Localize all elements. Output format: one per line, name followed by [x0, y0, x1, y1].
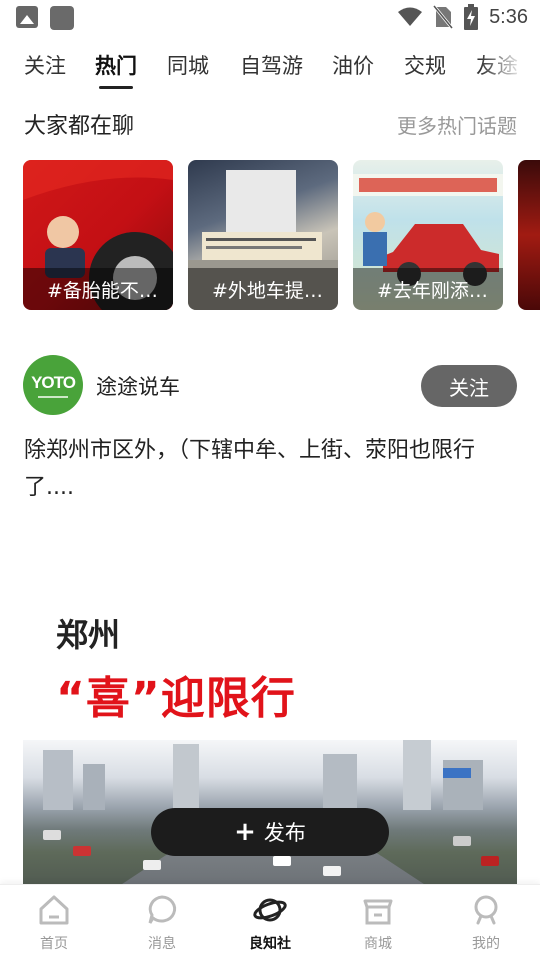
image-city-text: 郑州 [56, 616, 121, 654]
category-tabs: 关注 热门 同城 自驾游 油价 交规 友途 [0, 44, 540, 94]
follow-button[interactable]: 关注 [421, 365, 517, 407]
nav-label: 我的 [472, 936, 500, 952]
battery-charging-icon [464, 4, 479, 30]
author-avatar[interactable]: YOTO [23, 355, 83, 415]
topic-label: #去年刚添… [353, 268, 503, 310]
no-sim-icon [433, 5, 454, 29]
nav-profile[interactable]: 我的 [446, 893, 526, 953]
car [73, 846, 91, 856]
active-tab-indicator [99, 86, 133, 89]
tab-local[interactable]: 同城 [167, 50, 209, 80]
nav-label: 消息 [148, 936, 176, 952]
car [323, 866, 341, 876]
car [453, 836, 471, 846]
status-time: 5:36 [489, 5, 528, 28]
message-icon [148, 895, 177, 924]
section-title: 大家都在聊 [24, 114, 135, 139]
tab-hot[interactable]: 热门 [95, 50, 137, 80]
tab-fuel-price[interactable]: 油价 [332, 50, 374, 80]
avatar-logo-text: YOTO [31, 372, 76, 392]
topic-card-spare-tire[interactable]: #备胎能不… [23, 160, 173, 310]
store-icon [363, 899, 393, 925]
publish-button[interactable]: + 发布 [151, 808, 389, 856]
tab-road-trip[interactable]: 自驾游 [240, 50, 303, 80]
bottom-navigation: 首页 消息 良知社 商城 我的 [0, 884, 540, 960]
image-slogan-text: “喜”迎限行 [56, 673, 296, 724]
author-name[interactable]: 途途说车 [96, 371, 180, 401]
nav-shop[interactable]: 商城 [338, 893, 418, 953]
nav-messages[interactable]: 消息 [122, 893, 202, 953]
status-bar: 5:36 [0, 0, 540, 38]
publish-label: 发布 [263, 821, 306, 845]
more-topics-link[interactable]: 更多热门话题 [397, 110, 517, 139]
nav-label: 良知社 [249, 936, 291, 952]
plus-icon: + [234, 817, 256, 847]
tab-follow[interactable]: 关注 [24, 50, 66, 80]
car [273, 856, 291, 866]
home-icon [39, 895, 69, 925]
avatar-logo-subline [38, 395, 68, 398]
app-notification-icon [50, 6, 74, 30]
profile-icon [474, 895, 498, 925]
car [43, 830, 61, 840]
gallery-notification-icon [16, 6, 38, 28]
nav-community[interactable]: 良知社 [230, 893, 310, 953]
post-text[interactable]: 除郑州市区外，（下辖中牟、上街、荥阳也限行了.... [24, 432, 518, 506]
car [481, 856, 499, 866]
planet-icon [253, 898, 287, 922]
topic-card-new-car[interactable]: #去年刚添… [353, 160, 503, 310]
nav-home[interactable]: 首页 [14, 893, 94, 953]
car [143, 860, 161, 870]
tabs-fade-edge [480, 44, 540, 88]
topic-label: #备胎能不… [23, 268, 173, 310]
tab-traffic-rules[interactable]: 交规 [404, 50, 446, 80]
topic-label: #外地车提… [188, 268, 338, 310]
topic-card-partial[interactable] [518, 160, 540, 310]
nav-label: 首页 [40, 936, 68, 952]
topic-card-out-of-town-car[interactable]: #外地车提… [188, 160, 338, 310]
nav-label: 商城 [364, 936, 392, 952]
wifi-icon [398, 7, 423, 26]
